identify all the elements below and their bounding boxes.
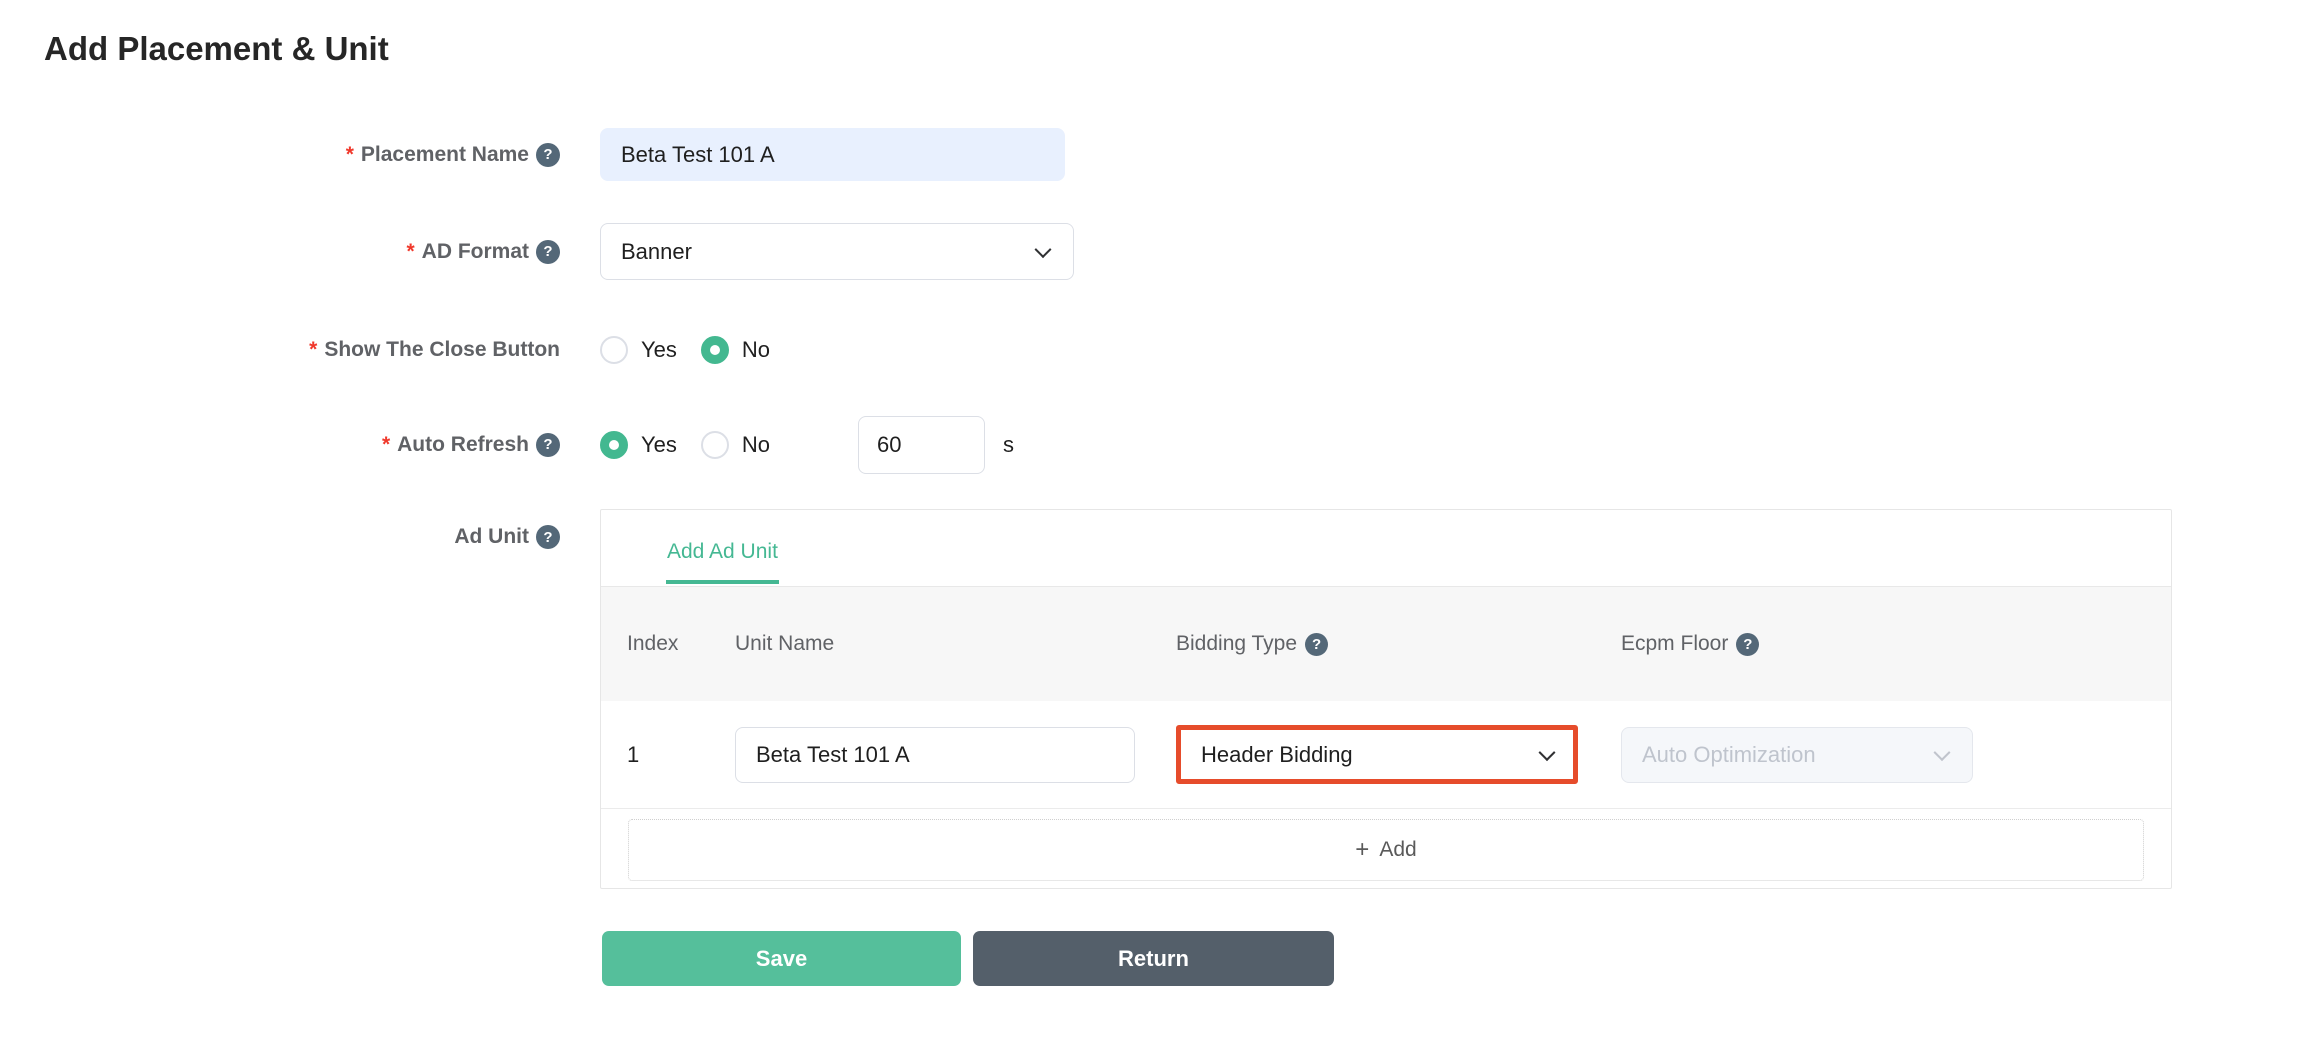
placement-name-label: * Placement Name ? [0, 143, 560, 167]
ecpm-floor-select[interactable]: Auto Optimization [1621, 727, 1973, 783]
auto-refresh-no-radio[interactable]: No [701, 431, 770, 459]
required-asterisk: * [346, 143, 354, 167]
help-icon[interactable]: ? [1736, 633, 1759, 656]
radio-label: Yes [641, 432, 677, 458]
return-button[interactable]: Return [973, 931, 1334, 986]
show-close-no-radio[interactable]: No [701, 336, 770, 364]
ad-unit-table-header: Index Unit Name Bidding Type ? Ecpm Floo… [601, 587, 2171, 701]
help-icon[interactable]: ? [536, 240, 560, 264]
table-row: 1 Header Bidding Auto Optimization [601, 701, 2171, 809]
ad-format-value: Banner [621, 239, 692, 265]
col-header-ecpm-floor-text: Ecpm Floor [1621, 632, 1728, 656]
chevron-down-icon [1035, 241, 1052, 258]
chevron-down-icon [1934, 744, 1951, 761]
required-asterisk: * [406, 240, 414, 264]
refresh-interval-input[interactable] [858, 416, 985, 474]
radio-circle-icon [701, 431, 729, 459]
help-icon[interactable]: ? [536, 525, 560, 549]
auto-refresh-label: * Auto Refresh ? [0, 433, 560, 457]
plus-icon: + [1355, 838, 1369, 862]
ad-unit-tabbar: Add Ad Unit [601, 510, 2171, 587]
col-header-bidding-type: Bidding Type ? [1176, 632, 1621, 656]
ad-format-label: * AD Format ? [0, 240, 560, 264]
placement-name-row: * Placement Name ? [0, 128, 2314, 181]
ad-format-select[interactable]: Banner [600, 223, 1074, 280]
help-icon[interactable]: ? [536, 143, 560, 167]
ad-unit-row: Ad Unit ? Add Ad Unit Index Unit Name Bi… [0, 509, 2314, 889]
radio-label: No [742, 432, 770, 458]
ad-format-label-text: AD Format [422, 240, 529, 264]
save-button[interactable]: Save [602, 931, 961, 986]
radio-label: No [742, 337, 770, 363]
auto-refresh-row: * Auto Refresh ? Yes No s [0, 415, 2314, 474]
show-close-label: * Show The Close Button [0, 338, 560, 362]
add-button[interactable]: + Add [628, 819, 2144, 881]
help-icon[interactable]: ? [1305, 633, 1328, 656]
show-close-label-text: Show The Close Button [324, 338, 560, 362]
show-close-row: * Show The Close Button Yes No [0, 335, 2314, 365]
show-close-yes-radio[interactable]: Yes [600, 336, 677, 364]
placement-name-input[interactable] [600, 128, 1065, 181]
ecpm-floor-value: Auto Optimization [1642, 742, 1816, 768]
radio-selected-icon [600, 431, 628, 459]
add-button-label: Add [1379, 838, 1416, 862]
bidding-type-value: Header Bidding [1201, 742, 1353, 768]
auto-refresh-label-text: Auto Refresh [397, 433, 529, 457]
radio-selected-icon [701, 336, 729, 364]
refresh-interval-unit: s [1003, 432, 1014, 458]
radio-circle-icon [600, 336, 628, 364]
page-title: Add Placement & Unit [44, 30, 389, 68]
required-asterisk: * [382, 433, 390, 457]
ad-unit-label-text: Ad Unit [454, 525, 529, 549]
radio-label: Yes [641, 337, 677, 363]
chevron-down-icon [1539, 744, 1556, 761]
action-buttons: Save Return [602, 931, 1334, 986]
col-header-bidding-type-text: Bidding Type [1176, 632, 1297, 656]
col-header-index: Index [601, 632, 735, 656]
col-header-unit-name: Unit Name [735, 632, 1176, 656]
col-header-ecpm-floor: Ecpm Floor ? [1621, 632, 2171, 656]
ad-unit-label: Ad Unit ? [0, 509, 560, 549]
ad-unit-panel: Add Ad Unit Index Unit Name Bidding Type… [600, 509, 2172, 889]
tab-add-ad-unit[interactable]: Add Ad Unit [666, 540, 779, 584]
auto-refresh-yes-radio[interactable]: Yes [600, 431, 677, 459]
row-index: 1 [601, 742, 735, 768]
placement-name-label-text: Placement Name [361, 143, 529, 167]
add-placement-page: Add Placement & Unit * Placement Name ? … [0, 0, 2314, 1056]
required-asterisk: * [309, 338, 317, 362]
unit-name-input[interactable] [735, 727, 1135, 783]
help-icon[interactable]: ? [536, 433, 560, 457]
ad-format-row: * AD Format ? Banner [0, 223, 2314, 280]
bidding-type-select[interactable]: Header Bidding [1176, 725, 1578, 784]
